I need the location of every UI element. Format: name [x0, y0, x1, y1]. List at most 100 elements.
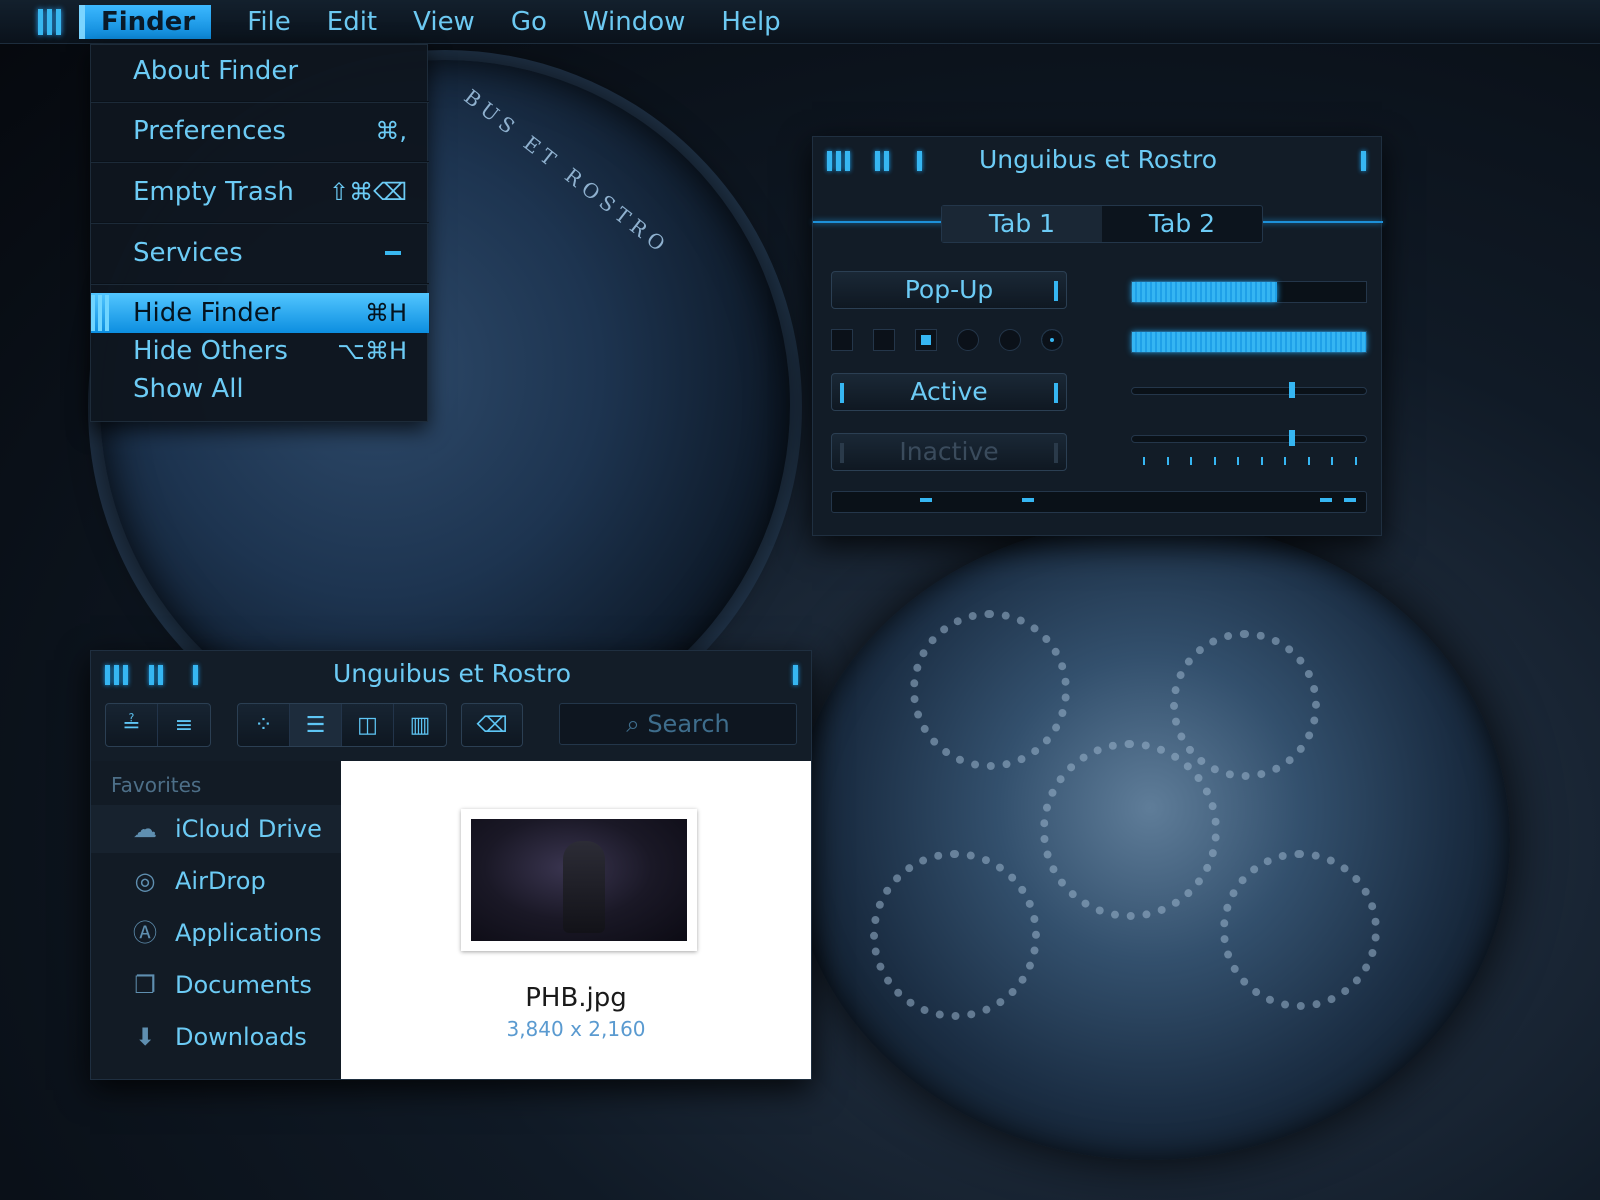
- checkbox-unchecked-2[interactable]: [873, 329, 895, 351]
- shortcut: ⇧⌘⌫: [328, 178, 407, 206]
- menu-window[interactable]: Window: [565, 0, 704, 44]
- radio-unselected-2[interactable]: [999, 329, 1021, 351]
- controls-window: Unguibus et Rostro Tab 1 Tab 2 Pop-Up Ac…: [812, 136, 1383, 536]
- pocket-watch-image: [790, 520, 1510, 1160]
- highlight-bars-icon: [91, 295, 109, 331]
- file-browser-content: PHB.jpg 3,840 x 2,160: [341, 761, 811, 1079]
- menu-item-label: Show All: [133, 374, 244, 404]
- back-button[interactable]: ≟: [106, 704, 158, 746]
- menu-separator: [91, 222, 429, 224]
- list-icon: ☰: [305, 712, 326, 738]
- search-placeholder: Search: [647, 710, 730, 738]
- scroller-marker: [1022, 498, 1034, 502]
- cloud-icon: ☁: [133, 815, 157, 843]
- horizontal-scroller[interactable]: [831, 491, 1367, 513]
- tag-icon: ⌫: [476, 712, 508, 738]
- active-label: Active: [910, 377, 988, 406]
- inactive-label: Inactive: [899, 437, 999, 466]
- menu-item-empty-trash[interactable]: Empty Trash ⇧⌘⌫: [91, 172, 429, 212]
- radio-selected[interactable]: [1041, 329, 1063, 351]
- slider-knob[interactable]: [1288, 382, 1295, 398]
- popup-button[interactable]: Pop-Up: [831, 271, 1067, 309]
- sidebar: Favorites ☁ iCloud Drive ◎ AirDrop Ⓐ App…: [91, 761, 341, 1079]
- submenu-indicator-icon: [385, 251, 401, 255]
- finder-menu: About Finder Preferences ⌘, Empty Trash …: [90, 44, 429, 422]
- menu-help[interactable]: Help: [703, 0, 798, 44]
- menu-item-hide-finder[interactable]: Hide Finder ⌘H: [91, 293, 429, 333]
- checkbox-checked[interactable]: [915, 329, 937, 351]
- file-thumbnail[interactable]: [461, 809, 697, 951]
- shortcut: ⌥⌘H: [337, 337, 407, 365]
- menu-separator: [91, 283, 429, 285]
- sidebar-item-airdrop[interactable]: ◎ AirDrop: [91, 857, 341, 905]
- menu-finder[interactable]: Finder: [79, 4, 212, 39]
- columns-icon: ◫: [357, 712, 378, 738]
- tab-bar: Tab 1 Tab 2: [941, 205, 1263, 243]
- menu-item-label: Hide Finder: [133, 298, 281, 328]
- sidebar-item-label: AirDrop: [175, 867, 266, 895]
- list-view-button[interactable]: ☰: [290, 704, 342, 746]
- radio-unselected[interactable]: [957, 329, 979, 351]
- scroller-marker: [920, 498, 932, 502]
- progress-fill: [1132, 332, 1366, 352]
- menu-view[interactable]: View: [395, 0, 493, 44]
- sidebar-item-documents[interactable]: ❐ Documents: [91, 961, 341, 1009]
- ticked-slider[interactable]: [1131, 430, 1367, 446]
- tags-button[interactable]: ⌫: [462, 704, 522, 746]
- gallery-icon: ▥: [409, 712, 431, 738]
- menu-separator: [91, 161, 429, 163]
- file-dimensions: 3,840 x 2,160: [506, 1017, 646, 1041]
- button-cap-left: [840, 443, 844, 463]
- apple-menu-icon[interactable]: [38, 8, 61, 35]
- menu-item-services[interactable]: Services: [91, 233, 429, 273]
- file-name[interactable]: PHB.jpg: [341, 983, 811, 1013]
- popup-label: Pop-Up: [904, 275, 994, 304]
- gear-4: [870, 850, 1040, 1020]
- window-title: Unguibus et Rostro: [332, 659, 571, 688]
- sidebar-item-label: Downloads: [175, 1023, 307, 1051]
- progress-bar: [1131, 281, 1367, 303]
- icon-view-button[interactable]: ⁘: [238, 704, 290, 746]
- menu-go[interactable]: Go: [493, 0, 565, 44]
- menu-item-label: Empty Trash: [133, 177, 294, 207]
- gear-5: [1220, 850, 1380, 1010]
- sidebar-item-icloud-drive[interactable]: ☁ iCloud Drive: [91, 805, 341, 853]
- active-button[interactable]: Active: [831, 373, 1067, 411]
- menu-edit[interactable]: Edit: [309, 0, 395, 44]
- sidebar-heading: Favorites: [111, 773, 202, 797]
- menu-item-show-all[interactable]: Show All: [91, 369, 429, 409]
- menu-item-about[interactable]: About Finder: [91, 51, 429, 91]
- progress-bar-full: [1131, 331, 1367, 353]
- menu-separator: [91, 101, 429, 103]
- scroll-arrow-icon[interactable]: [1344, 498, 1356, 502]
- downloads-icon: ⬇: [134, 1023, 156, 1051]
- forward-button[interactable]: ≡: [158, 704, 210, 746]
- button-cap-left: [840, 383, 844, 403]
- menu-file[interactable]: File: [229, 0, 309, 44]
- menu-item-preferences[interactable]: Preferences ⌘,: [91, 111, 429, 151]
- column-view-button[interactable]: ◫: [342, 704, 394, 746]
- slider-knob[interactable]: [1288, 430, 1295, 446]
- menu-item-label: Services: [133, 238, 243, 268]
- popup-indicator-icon: [1054, 281, 1058, 301]
- grid-icon: ⁘: [254, 712, 273, 738]
- scroll-arrow-icon[interactable]: [1320, 498, 1332, 502]
- tab-2[interactable]: Tab 2: [1102, 206, 1262, 242]
- shortcut: ⌘H: [364, 299, 407, 327]
- gallery-view-button[interactable]: ▥: [394, 704, 446, 746]
- image-preview: [471, 819, 687, 941]
- search-input[interactable]: ⌕ Search: [559, 703, 797, 745]
- menu-item-label: About Finder: [133, 56, 299, 86]
- gear-3: [1040, 740, 1220, 920]
- menu-item-label: Preferences: [133, 116, 286, 146]
- sidebar-item-downloads[interactable]: ⬇ Downloads: [91, 1013, 341, 1061]
- menu-item-hide-others[interactable]: Hide Others ⌥⌘H: [91, 331, 429, 371]
- tab-1[interactable]: Tab 1: [942, 206, 1102, 242]
- sidebar-item-applications[interactable]: Ⓐ Applications: [91, 909, 341, 957]
- button-cap-right: [1054, 383, 1058, 403]
- view-mode-buttons: ⁘ ☰ ◫ ▥: [237, 703, 447, 747]
- slider[interactable]: [1131, 382, 1367, 398]
- sidebar-item-label: Documents: [175, 971, 312, 999]
- gear-1: [910, 610, 1070, 770]
- checkbox-unchecked[interactable]: [831, 329, 853, 351]
